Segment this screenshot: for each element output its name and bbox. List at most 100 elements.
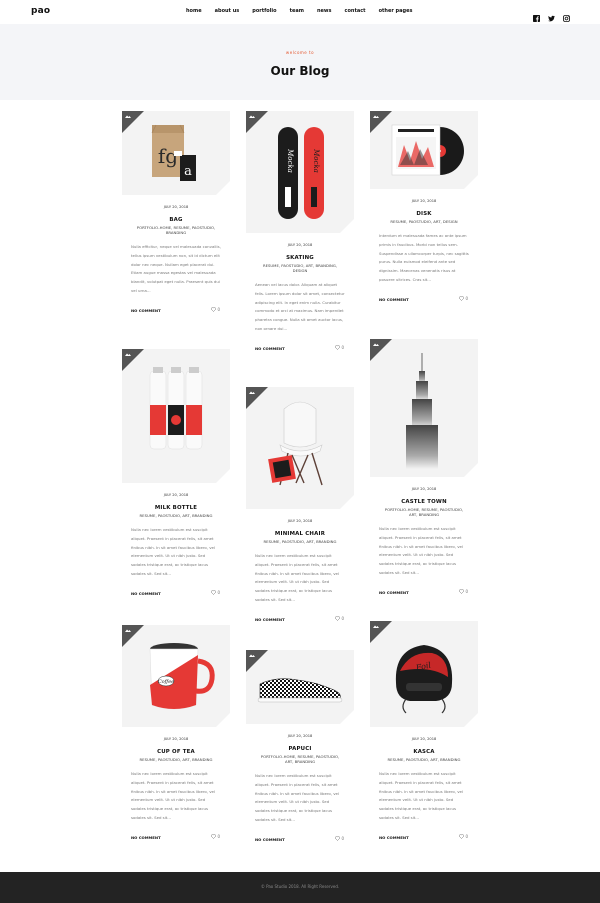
like-button[interactable]: 0	[335, 836, 344, 841]
post-title[interactable]: DISK	[370, 211, 478, 217]
post-categories[interactable]: RESUME, PAOSTUDIO, ART, BRANDING	[246, 539, 354, 544]
like-button[interactable]: 0	[335, 616, 344, 621]
post-categories[interactable]: RESUME, PAOSTUDIO, ART, BRANDING, DESIGN	[246, 263, 354, 273]
comment-link[interactable]: NO COMMENT	[255, 617, 285, 622]
svg-text:a: a	[184, 164, 192, 179]
post-categories[interactable]: PORTFOLIO-HOME, RESUME, PAOSTUDIO, BRAND…	[122, 225, 230, 235]
comment-link[interactable]: NO COMMENT	[379, 297, 409, 302]
post-title[interactable]: BAG	[122, 217, 230, 223]
nav-team[interactable]: team	[290, 8, 304, 14]
page-title: Our Blog	[270, 64, 330, 78]
post-date: JULY 20, 2018	[163, 205, 189, 209]
post-excerpt: Nulla efficitur, neque vel malesuada con…	[131, 244, 221, 293]
post-title[interactable]: SKATING	[246, 255, 354, 261]
post-footer: NO COMMENT 0	[370, 834, 478, 845]
like-button[interactable]: 0	[211, 590, 220, 595]
like-count: 0	[217, 833, 220, 839]
image-icon	[125, 115, 131, 118]
post-footer: NO COMMENT 0	[246, 836, 354, 847]
comment-link[interactable]: NO COMMENT	[131, 835, 161, 840]
nav-contact[interactable]: contact	[345, 8, 366, 14]
comment-link[interactable]: NO COMMENT	[379, 835, 409, 840]
post-footer: NO COMMENT 0	[246, 345, 354, 356]
image-icon	[249, 654, 255, 657]
copyright-text: © Pao Studio 2018. All Right Reserved.	[260, 884, 340, 889]
nav-other-pages[interactable]: other pages	[379, 8, 413, 14]
heart-icon	[459, 296, 465, 301]
post-date: JULY 20, 2018	[411, 487, 437, 491]
like-button[interactable]: 0	[459, 296, 468, 301]
comment-link[interactable]: NO COMMENT	[131, 591, 161, 596]
like-count: 0	[341, 615, 344, 621]
instagram-icon[interactable]	[563, 7, 570, 22]
nav-news[interactable]: news	[317, 8, 332, 14]
heart-icon	[335, 616, 341, 621]
post-excerpt: Aenean vel lacus dolor. Aliquam at aliqu…	[255, 282, 345, 331]
image-icon	[373, 625, 379, 628]
social-links	[533, 7, 570, 22]
post-excerpt: Interdum et malesuada fames ac ante ipsu…	[379, 233, 469, 282]
post-footer: NO COMMENT 0	[370, 589, 478, 600]
post-image[interactable]	[246, 650, 354, 724]
comment-link[interactable]: NO COMMENT	[255, 346, 285, 351]
post-footer: NO COMMENT 0	[246, 616, 354, 627]
nav-about-us[interactable]: about us	[215, 8, 240, 14]
post-image[interactable]: Foil	[370, 621, 478, 727]
like-button[interactable]: 0	[335, 345, 344, 350]
comment-link[interactable]: NO COMMENT	[255, 837, 285, 842]
twitter-icon[interactable]	[548, 7, 555, 22]
blog-card-cup-of-tea: Coffee JULY 20, 2018 CUP OF TEA RESUME, …	[122, 625, 230, 845]
post-excerpt: Nulla nec lorem vestibulum est suscipit …	[379, 771, 464, 820]
hero-welcome: welcome to	[285, 50, 315, 55]
post-title[interactable]: MINIMAL CHAIR	[246, 531, 354, 537]
post-image[interactable]: Mocka Mocka	[246, 111, 354, 233]
heart-icon	[459, 834, 465, 839]
post-date: JULY 20, 2018	[163, 493, 189, 497]
post-title[interactable]: CASTLE TOWN	[370, 499, 478, 505]
like-button[interactable]: 0	[459, 589, 468, 594]
heart-icon	[459, 589, 465, 594]
post-categories[interactable]: RESUME, PAOSTUDIO, ART, BRANDING	[370, 757, 478, 762]
like-button[interactable]: 0	[459, 834, 468, 839]
post-title[interactable]: MILK BOTTLE	[122, 505, 230, 511]
post-image[interactable]: Coffee	[122, 625, 230, 727]
post-categories[interactable]: PORTFOLIO-HOME, RESUME, PAOSTUDIO, ART, …	[246, 754, 354, 764]
nav-portfolio[interactable]: portfolio	[252, 8, 276, 14]
post-title[interactable]: CUP OF TEA	[122, 749, 230, 755]
facebook-icon[interactable]	[533, 7, 540, 22]
post-categories[interactable]: PORTFOLIO-HOME, RESUME, PAOSTUDIO, ART, …	[370, 507, 478, 517]
like-button[interactable]: 0	[211, 307, 220, 312]
comment-link[interactable]: NO COMMENT	[131, 308, 161, 313]
like-button[interactable]: 0	[211, 834, 220, 839]
post-image[interactable]	[122, 349, 230, 483]
image-icon	[125, 353, 131, 356]
post-image[interactable]	[246, 387, 354, 509]
image-icon	[249, 115, 255, 118]
post-categories[interactable]: RESUME, PAOSTUDIO, ART, BRANDING	[122, 513, 230, 518]
comment-link[interactable]: NO COMMENT	[379, 590, 409, 595]
nav-home[interactable]: home	[186, 8, 202, 14]
post-date: JULY 20, 2018	[287, 519, 313, 523]
top-bar: pao home about us portfolio team news co…	[0, 0, 600, 24]
post-date: JULY 20, 2018	[287, 243, 313, 247]
post-title[interactable]: KASCA	[370, 749, 478, 755]
site-logo[interactable]: pao	[31, 6, 50, 16]
like-count: 0	[465, 588, 468, 594]
heart-icon	[335, 345, 341, 350]
post-image[interactable]	[370, 339, 478, 477]
like-count: 0	[341, 835, 344, 841]
post-footer: NO COMMENT 0	[122, 590, 230, 601]
post-excerpt: Nulla nec lorem vestibulum est suscipit …	[255, 553, 340, 602]
post-excerpt: Nulla nec lorem vestibulum est suscipit …	[255, 773, 340, 822]
hero-banner: welcome to Our Blog	[0, 24, 600, 100]
like-count: 0	[341, 344, 344, 350]
post-title[interactable]: PAPUCI	[246, 746, 354, 752]
blog-card-papuci: JULY 20, 2018 PAPUCI PORTFOLIO-HOME, RES…	[246, 650, 354, 847]
post-categories[interactable]: RESUME, PAOSTUDIO, ART, BRANDING	[122, 757, 230, 762]
post-categories[interactable]: RESUME, PAOSTUDIO, ART, DESIGN	[370, 219, 478, 224]
blog-card-castle-town: JULY 20, 2018 CASTLE TOWN PORTFOLIO-HOME…	[370, 339, 478, 600]
post-footer: NO COMMENT 0	[122, 307, 230, 318]
blog-card-skating: Mocka Mocka JULY 20, 2018 SKATING RESUME…	[246, 111, 354, 356]
post-image[interactable]	[370, 111, 478, 189]
post-image[interactable]: fg a	[122, 111, 230, 195]
